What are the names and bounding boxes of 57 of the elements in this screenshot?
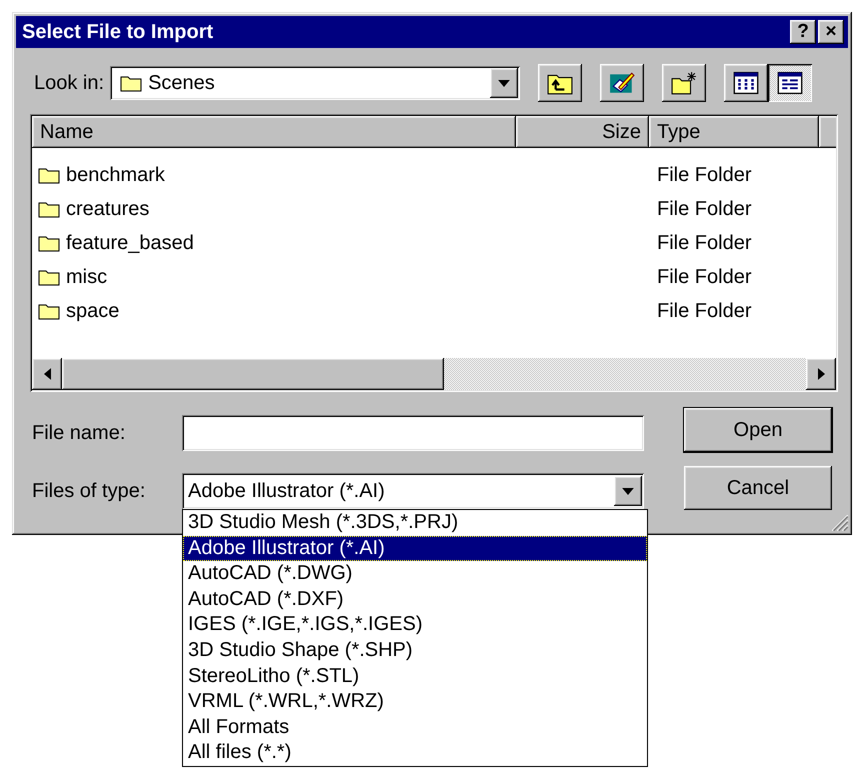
window-title: Select File to Import [22,20,214,44]
scroll-left-button[interactable] [32,358,62,390]
file-type-option[interactable]: Adobe Illustrator (*.AI) [183,536,647,562]
dropdown-arrow-icon [498,80,510,86]
column-header[interactable]: Size [516,116,649,148]
folder-icon [38,234,60,252]
file-type: File Folder [657,232,752,254]
file-type-option[interactable]: VRML (*.WRL,*.WRZ) [183,689,647,715]
file-type-option[interactable]: AutoCAD (*.DXF) [183,586,647,612]
look-in-dropdown[interactable]: Scenes [110,66,520,100]
dropdown-arrow-icon [622,488,634,494]
list-view-button[interactable] [724,64,768,102]
column-header[interactable]: Type [649,116,819,148]
folder-icon [38,302,60,320]
file-name[interactable]: misc [66,266,108,288]
file-type: File Folder [657,164,752,186]
file-type-option[interactable]: AutoCAD (*.DWG) [183,561,647,587]
file-name[interactable]: benchmark [66,164,165,186]
close-button[interactable]: × [818,20,844,44]
help-button[interactable]: ? [790,20,816,44]
list-view-icon [733,71,760,95]
folder-icon [38,200,60,218]
file-name[interactable]: creatures [66,198,150,220]
resize-grip-icon [831,514,849,532]
file-name-label: File name: [32,422,126,444]
file-type: File Folder [657,198,752,220]
up-folder-button[interactable] [538,64,582,102]
cancel-button[interactable]: Cancel [684,466,832,510]
new-folder-icon [671,71,698,95]
file-type: File Folder [657,266,752,288]
details-view-icon [777,71,804,95]
folder-icon [38,268,60,286]
column-header[interactable]: Name [32,116,516,148]
file-name[interactable]: space [66,300,120,322]
left-arrow-icon [44,368,50,380]
file-type-option[interactable]: 3D Studio Mesh (*.3DS,*.PRJ) [183,510,647,536]
new-folder-button[interactable] [662,64,706,102]
file-name[interactable]: feature_based [66,232,194,254]
file-type-dropdown[interactable]: Adobe Illustrator (*.AI) [182,473,644,509]
open-button[interactable]: Open [684,408,832,452]
desktop-button[interactable] [600,64,644,102]
pencil-icon [609,71,636,95]
file-type-option[interactable]: 3D Studio Shape (*.SHP) [183,638,647,664]
look-in-label: Look in: [34,72,104,94]
file-type-option[interactable]: All Formats [183,714,647,740]
right-arrow-icon [818,368,824,380]
file-type: File Folder [657,300,752,322]
file-name-field[interactable] [182,415,644,451]
file-type-option[interactable]: IGES (*.IGE,*.IGS,*.IGES) [183,612,647,638]
folder-icon [38,166,60,184]
scroll-right-button[interactable] [806,358,836,390]
folder-icon [120,74,142,92]
file-type-label: Files of type: [32,480,146,502]
scroll-thumb[interactable] [62,358,444,390]
file-type-option[interactable]: All files (*.*) [183,740,647,766]
details-view-button[interactable] [768,64,812,102]
file-type-option[interactable]: StereoLitho (*.STL) [183,664,647,690]
